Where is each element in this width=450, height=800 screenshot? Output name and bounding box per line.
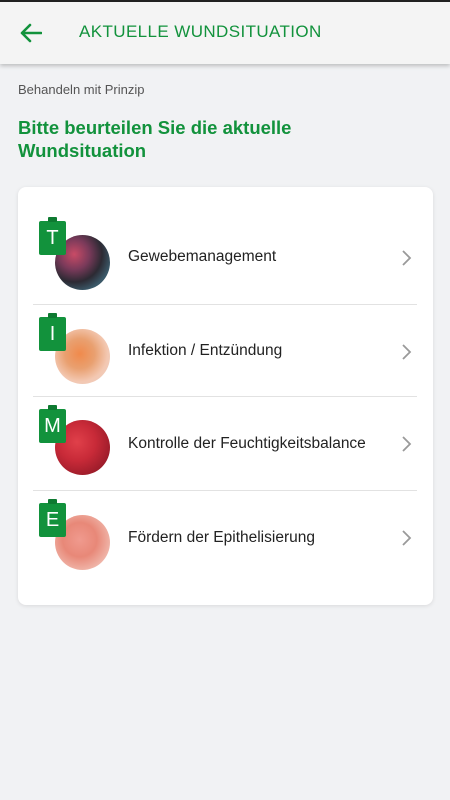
- chevron-right-icon: [402, 344, 412, 360]
- list-item-gewebemanagement[interactable]: T Gewebemanagement: [33, 205, 417, 305]
- badge-letter: T: [46, 227, 59, 249]
- letter-badge-icon: I: [39, 313, 66, 351]
- breadcrumb: Behandeln mit Prinzip: [18, 82, 145, 97]
- badge-letter: E: [45, 509, 60, 531]
- list-item-infektion[interactable]: I Infektion / Entzündung: [33, 305, 417, 397]
- list-item-label: Gewebemanagement: [128, 248, 277, 265]
- chevron-right-icon: [402, 530, 412, 546]
- list-item-label: Infektion / Entzündung: [128, 342, 283, 359]
- list-item-label: Fördern der Epithelisierung: [128, 529, 315, 546]
- list-item-epithelisierung[interactable]: E Fördern der Epithelisierung: [33, 491, 417, 587]
- page-title: AKTUELLE WUNDSITUATION: [79, 22, 322, 41]
- arrow-left-icon: [20, 23, 42, 43]
- letter-badge-icon: M: [39, 405, 66, 443]
- list-item-label: Kontrolle der Feuchtigkeitsbalance: [128, 435, 366, 452]
- letter-badge-icon: E: [39, 499, 66, 537]
- list-item-feuchtigkeitsbalance[interactable]: M Kontrolle der Feuchtigkeitsbalance: [33, 397, 417, 491]
- badge-letter: I: [49, 323, 56, 345]
- app-bar: AKTUELLE WUNDSITUATION: [0, 2, 450, 64]
- chevron-right-icon: [402, 436, 412, 452]
- wound-category-card: T Gewebemanagement I Infektion / Entzünd…: [18, 187, 433, 605]
- back-button[interactable]: [14, 18, 48, 48]
- badge-letter: M: [44, 415, 61, 437]
- chevron-right-icon: [402, 250, 412, 266]
- letter-badge-icon: T: [39, 217, 66, 255]
- section-heading: Bitte beurteilen Sie die aktuelle Wundsi…: [18, 117, 292, 161]
